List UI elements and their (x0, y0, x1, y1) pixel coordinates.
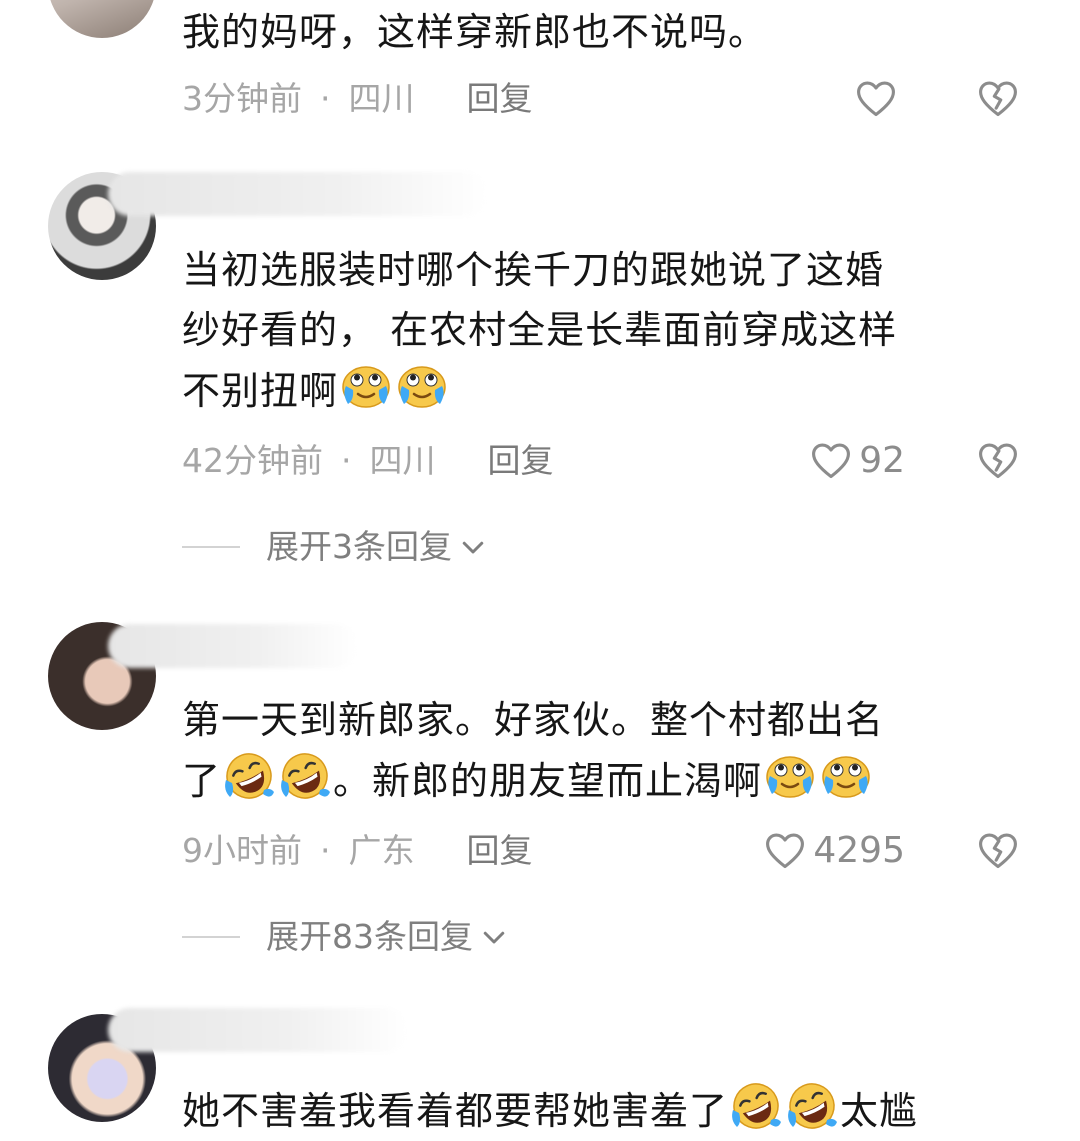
reply-button[interactable]: 回复 (467, 831, 533, 870)
expand-replies-label: 展开3条回复 (266, 527, 452, 566)
broken-heart-icon[interactable] (976, 439, 1020, 483)
like-count: 92 (859, 440, 905, 481)
comment-meta: 42分钟前 · 四川 回复 (182, 436, 554, 486)
broken-heart-icon[interactable] (976, 829, 1020, 873)
avatar[interactable] (48, 0, 156, 38)
comment-time: 42分钟前 (182, 441, 323, 480)
expand-replies-button[interactable]: 展开83条回复 (182, 912, 509, 962)
chevron-down-icon (479, 922, 509, 952)
username-blurred (108, 1008, 408, 1052)
like-button[interactable]: 4295 (763, 826, 905, 876)
heart-outline-icon (809, 439, 853, 483)
comment-meta: 9小时前 · 广东 回复 (182, 826, 533, 876)
rolling-laughing-emoji (223, 750, 275, 802)
username-blurred (108, 172, 488, 216)
tearful-face-emoji (820, 750, 872, 802)
comment-location: 广东 (348, 831, 415, 870)
comment-time: 9小时前 (182, 831, 302, 870)
expand-replies-button[interactable]: 展开3条回复 (182, 522, 488, 572)
username-blurred (108, 624, 358, 668)
like-button[interactable] (854, 74, 904, 124)
like-button[interactable]: 92 (809, 436, 905, 486)
meta-separator: · (341, 441, 352, 480)
chevron-down-icon (458, 532, 488, 562)
rolling-laughing-emoji (786, 1080, 838, 1132)
comment-meta: 3分钟前 · 四川 回复 (182, 74, 533, 124)
rolling-laughing-emoji (730, 1080, 782, 1132)
meta-separator: · (320, 79, 331, 118)
expand-replies-label: 展开83条回复 (266, 917, 473, 956)
comment-text: 我的妈呀，这样穿新郎也不说吗。 (182, 10, 768, 54)
comment-text: 第一天到新郎家。好家伙。整个村都出名 了。新郎的朋友望而止渴啊 (182, 690, 1020, 811)
heart-outline-icon (854, 77, 898, 121)
heart-outline-icon (763, 829, 807, 873)
comment-text: 她不害羞我看着都要帮她害羞了 太尴 (182, 1080, 1020, 1141)
broken-heart-icon[interactable] (976, 77, 1020, 121)
comment-time: 3分钟前 (182, 79, 302, 118)
tearful-face-emoji (396, 360, 448, 412)
tearful-face-emoji (764, 750, 816, 802)
comment-location: 四川 (369, 441, 436, 480)
tearful-face-emoji (340, 360, 392, 412)
comment-text: 当初选服装时哪个挨千刀的跟她说了这婚 纱好看的， 在农村全是长辈面前穿成这样 不… (182, 248, 898, 413)
divider (182, 936, 240, 938)
reply-button[interactable]: 回复 (467, 79, 533, 118)
reply-button[interactable]: 回复 (488, 441, 554, 480)
like-count: 4295 (813, 830, 905, 871)
meta-separator: · (320, 831, 331, 870)
divider (182, 546, 240, 548)
rolling-laughing-emoji (279, 750, 331, 802)
comment-location: 四川 (348, 79, 415, 118)
